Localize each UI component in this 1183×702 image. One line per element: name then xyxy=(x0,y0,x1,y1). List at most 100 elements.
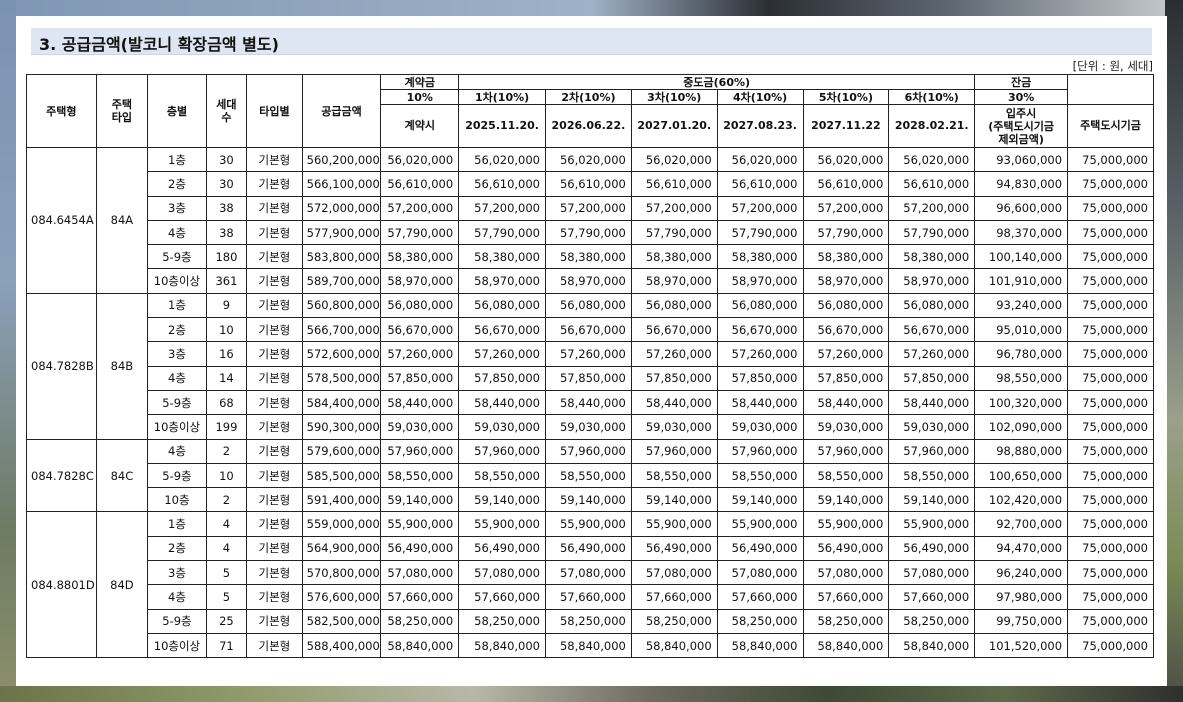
cell-supply-price: 560,200,000 xyxy=(301,146,382,173)
cell-installment-2: 58,440,000 xyxy=(545,389,632,416)
cell-installment-6: 56,490,000 xyxy=(888,535,976,562)
cell-balance: 100,650,000 xyxy=(974,462,1069,489)
cell-floor: 5-9층 xyxy=(147,462,207,489)
cell-installment-1: 56,670,000 xyxy=(458,317,547,343)
cell-fund: 75,000,000 xyxy=(1067,632,1154,659)
header-installment-3: 3차(10%) xyxy=(630,89,718,105)
cell-fund: 75,000,000 xyxy=(1067,317,1154,343)
cell-fund: 75,000,000 xyxy=(1067,244,1154,270)
cell-contract: 58,840,000 xyxy=(380,632,460,659)
cell-installment-5: 58,380,000 xyxy=(802,244,890,270)
cell-installment-5: 59,140,000 xyxy=(802,487,890,513)
header-housing-type2: 주택 타입 xyxy=(95,74,149,148)
cell-balance: 101,520,000 xyxy=(974,632,1069,659)
cell-installment-6: 57,660,000 xyxy=(888,584,976,610)
cell-contract: 56,020,000 xyxy=(380,146,460,173)
cell-supply-price: 578,500,000 xyxy=(301,365,382,391)
cell-housing-type: 084.7828C xyxy=(26,438,97,513)
table-row: 2층 4 기본형 564,900,000 56,490,000 56,490,000 56,… xyxy=(27,535,1154,562)
cell-households: 38 xyxy=(205,219,248,246)
cell-installment-2: 58,250,000 xyxy=(545,608,632,634)
cell-floor: 2층 xyxy=(147,317,207,343)
cell-installment-5: 56,020,000 xyxy=(802,146,890,173)
cell-installment-5: 58,250,000 xyxy=(802,608,890,634)
cell-type: 기본형 xyxy=(246,462,303,489)
cell-fund: 75,000,000 xyxy=(1067,608,1154,634)
cell-installment-1: 58,970,000 xyxy=(458,268,547,294)
cell-installment-2: 57,200,000 xyxy=(545,195,632,221)
cell-installment-4: 57,260,000 xyxy=(716,341,804,367)
header-type: 타입별 xyxy=(246,74,303,148)
cell-households: 2 xyxy=(205,487,248,513)
cell-installment-3: 57,660,000 xyxy=(630,584,718,610)
cell-installment-4: 58,970,000 xyxy=(716,268,804,294)
cell-supply-price: 560,800,000 xyxy=(301,292,382,319)
cell-type: 기본형 xyxy=(246,146,303,173)
cell-installment-4: 58,550,000 xyxy=(716,462,804,489)
header-date-5: 2027.11.22 xyxy=(802,104,890,148)
cell-floor: 10층 xyxy=(147,487,207,513)
cell-installment-1: 55,900,000 xyxy=(458,511,547,537)
cell-installment-4: 57,960,000 xyxy=(716,438,804,464)
table-row: 5-9층 180 기본형 583,800,000 58,380,000 58,380,00… xyxy=(27,244,1154,270)
cell-installment-4: 57,850,000 xyxy=(716,365,804,391)
cell-installment-6: 58,550,000 xyxy=(888,462,976,489)
table-row: 084.7828C 84C 4층 2 기본형 579,600,000 57,960,000 5… xyxy=(26,438,1154,513)
cell-installment-6: 58,840,000 xyxy=(888,632,976,659)
cell-installment-4: 58,440,000 xyxy=(716,389,804,416)
cell-installment-5: 57,260,000 xyxy=(802,341,890,367)
cell-installment-3: 57,260,000 xyxy=(630,341,718,367)
cell-fund: 75,000,000 xyxy=(1067,511,1154,537)
background-photo-bottom xyxy=(0,686,1183,702)
cell-installment-5: 57,080,000 xyxy=(802,560,890,586)
table-row: 10층이상 199 기본형 590,300,000 59,030,000 59,030,0… xyxy=(27,414,1154,440)
cell-installment-5: 57,790,000 xyxy=(802,219,890,246)
cell-fund: 75,000,000 xyxy=(1067,438,1154,464)
cell-contract: 58,380,000 xyxy=(380,244,460,270)
cell-installment-1: 56,020,000 xyxy=(458,146,547,173)
cell-contract: 58,970,000 xyxy=(380,268,460,294)
cell-installment-4: 58,380,000 xyxy=(716,244,804,270)
cell-supply-price: 564,900,000 xyxy=(301,535,382,562)
cell-installment-6: 57,260,000 xyxy=(888,341,976,367)
cell-households: 5 xyxy=(205,560,248,586)
cell-floor: 10층이상 xyxy=(147,632,207,659)
table-row: 3층 38 기본형 572,000,000 57,200,000 57,200,000 57… xyxy=(27,195,1154,221)
supply-price-table: 주택형 주택 타입 층별 세대 수 타입별 공급금액 계약금 중도금(60%) 잔금… xyxy=(26,74,1154,659)
cell-households: 30 xyxy=(205,146,248,173)
cell-contract: 56,490,000 xyxy=(380,535,460,562)
cell-balance: 92,700,000 xyxy=(974,511,1069,537)
cell-supply-price: 559,000,000 xyxy=(301,511,382,537)
cell-installment-2: 56,080,000 xyxy=(545,292,632,319)
background-photo-top xyxy=(0,0,1183,16)
cell-fund: 75,000,000 xyxy=(1067,219,1154,246)
table-row: 3층 16 기본형 572,600,000 57,260,000 57,260,000 57… xyxy=(27,341,1154,367)
cell-balance: 98,880,000 xyxy=(974,438,1069,464)
header-housing-type: 주택형 xyxy=(26,74,97,148)
background-photo-right xyxy=(1165,0,1183,702)
cell-installment-4: 57,200,000 xyxy=(716,195,804,221)
cell-fund: 75,000,000 xyxy=(1067,292,1154,319)
cell-balance: 95,010,000 xyxy=(974,317,1069,343)
cell-installment-4: 56,080,000 xyxy=(716,292,804,319)
cell-type: 기본형 xyxy=(246,487,303,513)
header-move-in: 입주시 (주택도시기금 제외금액) xyxy=(974,104,1069,148)
table-row: 10층이상 71 기본형 588,400,000 58,840,000 58,840,00… xyxy=(27,632,1154,659)
cell-households: 199 xyxy=(205,414,248,440)
cell-installment-3: 59,140,000 xyxy=(630,487,718,513)
cell-installment-4: 59,140,000 xyxy=(716,487,804,513)
cell-households: 180 xyxy=(205,244,248,270)
cell-type: 기본형 xyxy=(246,195,303,221)
cell-installment-2: 56,670,000 xyxy=(545,317,632,343)
cell-installment-4: 55,900,000 xyxy=(716,511,804,537)
cell-installment-5: 57,850,000 xyxy=(802,365,890,391)
cell-installment-3: 56,490,000 xyxy=(630,535,718,562)
cell-installment-5: 58,970,000 xyxy=(802,268,890,294)
cell-supply-price: 589,700,000 xyxy=(301,268,382,294)
cell-floor: 4층 xyxy=(147,365,207,391)
cell-installment-1: 57,260,000 xyxy=(458,341,547,367)
cell-supply-price: 579,600,000 xyxy=(301,438,382,464)
header-installment-1: 1차(10%) xyxy=(458,89,547,105)
cell-contract: 58,250,000 xyxy=(380,608,460,634)
cell-installment-3: 58,380,000 xyxy=(630,244,718,270)
